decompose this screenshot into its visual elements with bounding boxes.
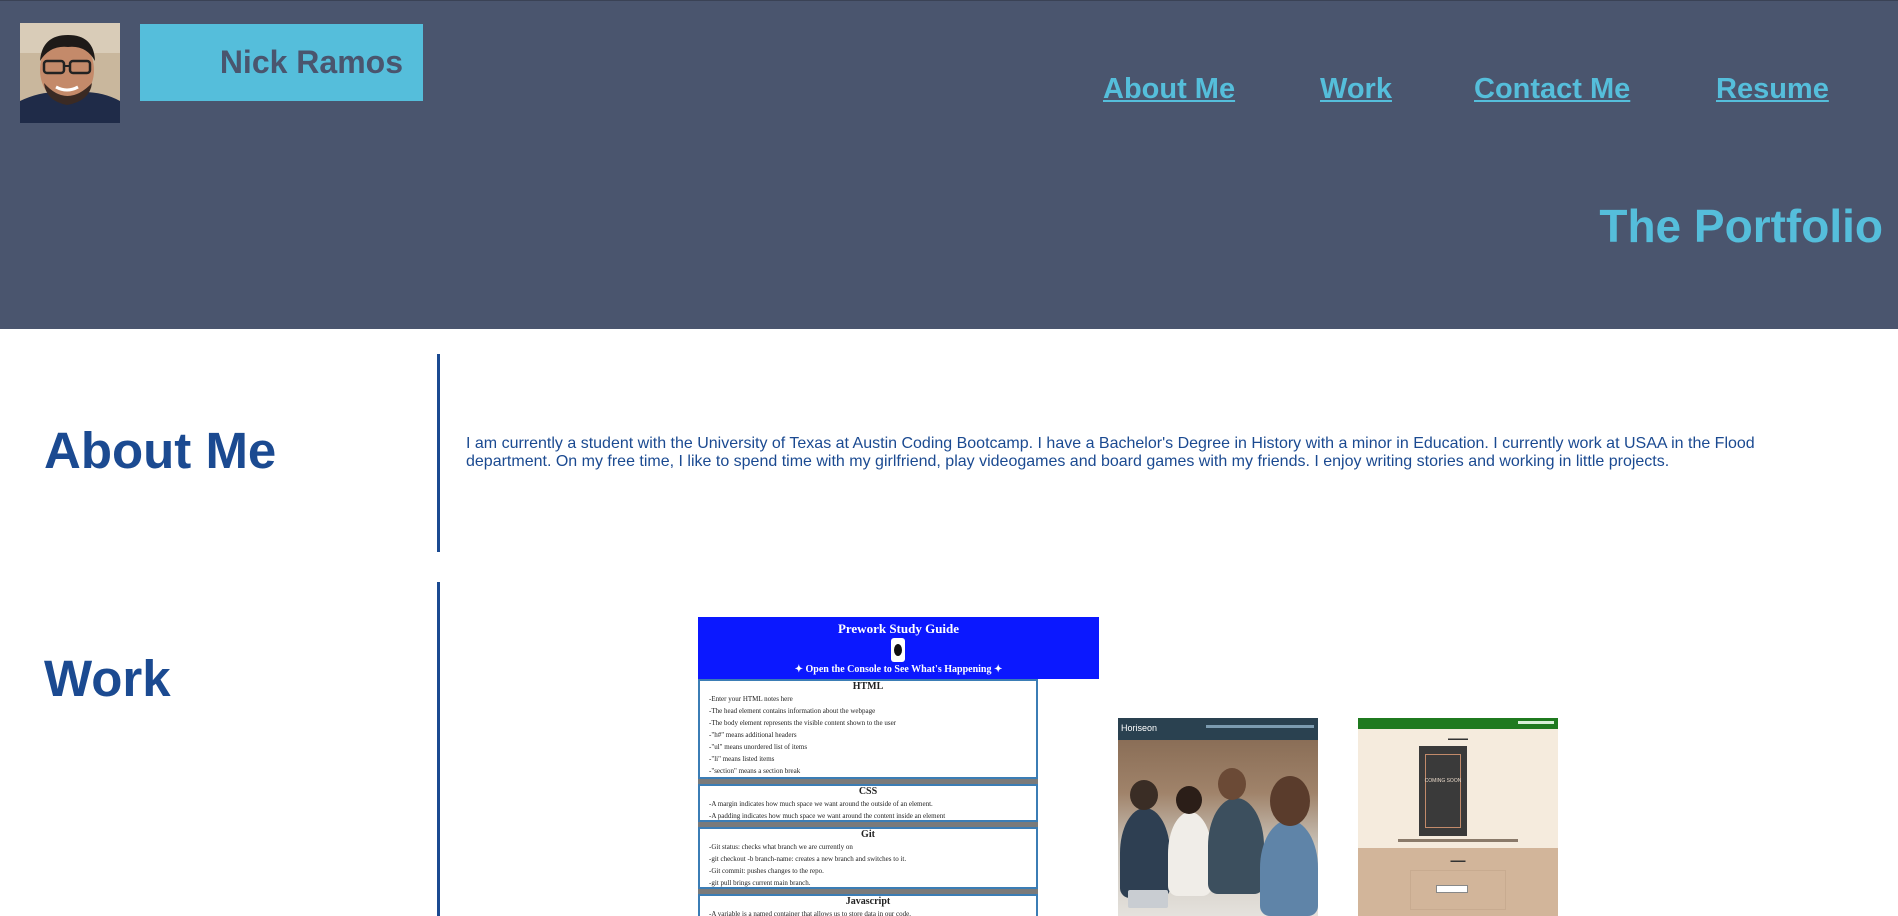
- nav-link-contact-me[interactable]: Contact Me: [1474, 73, 1630, 106]
- coming-title-line: ▬▬▬▬: [1448, 736, 1468, 742]
- coming-nav-links: [1518, 721, 1554, 724]
- book-cover-text: COMING SOON: [1424, 778, 1462, 784]
- contact-title-line: ▬▬▬: [1450, 858, 1466, 864]
- horiseon-nav-links: [1206, 725, 1314, 728]
- guide-section-git: Git -Git status: checks what branch we a…: [698, 827, 1038, 889]
- guide-title: Prework Study Guide: [837, 621, 960, 636]
- about-text: I am currently a student with the Univer…: [466, 435, 1755, 470]
- badge-icon: [891, 638, 905, 662]
- site-header: Nick Ramos About Me Work Contact Me Resu…: [0, 0, 1898, 329]
- star-icon: ✦: [794, 664, 806, 675]
- coming-contact-area: ▬▬▬: [1358, 848, 1558, 916]
- avatar: [20, 23, 120, 123]
- contact-form: [1410, 870, 1506, 910]
- laptop-icon: [1128, 890, 1168, 908]
- nav-link-work[interactable]: Work: [1320, 73, 1392, 106]
- guide-section-javascript: Javascript -A variable is a named contai…: [698, 894, 1038, 916]
- about-heading: About Me: [44, 422, 277, 479]
- work-divider: [437, 582, 440, 916]
- coming-navbar: [1358, 718, 1558, 729]
- star-icon: ✦: [991, 664, 1003, 675]
- guide-section-html: HTML -Enter your HTML notes here -The he…: [698, 679, 1038, 779]
- horiseon-logo: Horiseon: [1121, 723, 1158, 733]
- site-name: Nick Ramos: [140, 24, 423, 101]
- guide-banner: Prework Study Guide ✦ Open the Console t…: [698, 617, 1099, 679]
- horiseon-hero-image: [1118, 740, 1318, 916]
- guide-section-css: CSS -A margin indicates how much space w…: [698, 784, 1038, 822]
- work-heading: Work: [44, 650, 171, 707]
- guide-console-note: ✦ Open the Console to See What's Happeni…: [794, 664, 1003, 675]
- book-cover-image: COMING SOON: [1419, 746, 1467, 836]
- nav-link-resume[interactable]: Resume: [1716, 73, 1829, 106]
- portfolio-title: The Portfolio: [1599, 200, 1883, 252]
- horiseon-navbar: Horiseon: [1118, 718, 1318, 740]
- nav-link-about-me[interactable]: About Me: [1103, 73, 1235, 106]
- contact-input[interactable]: [1436, 885, 1468, 893]
- book-caption: [1398, 839, 1518, 842]
- project-coming-soon[interactable]: ▬▬▬▬ COMING SOON ▬▬▬: [1358, 718, 1558, 916]
- about-divider: [437, 354, 440, 552]
- project-prework-study-guide[interactable]: Prework Study Guide ✦ Open the Console t…: [698, 617, 1099, 916]
- profile-photo: [20, 23, 120, 123]
- project-horiseon[interactable]: Horiseon: [1118, 718, 1318, 916]
